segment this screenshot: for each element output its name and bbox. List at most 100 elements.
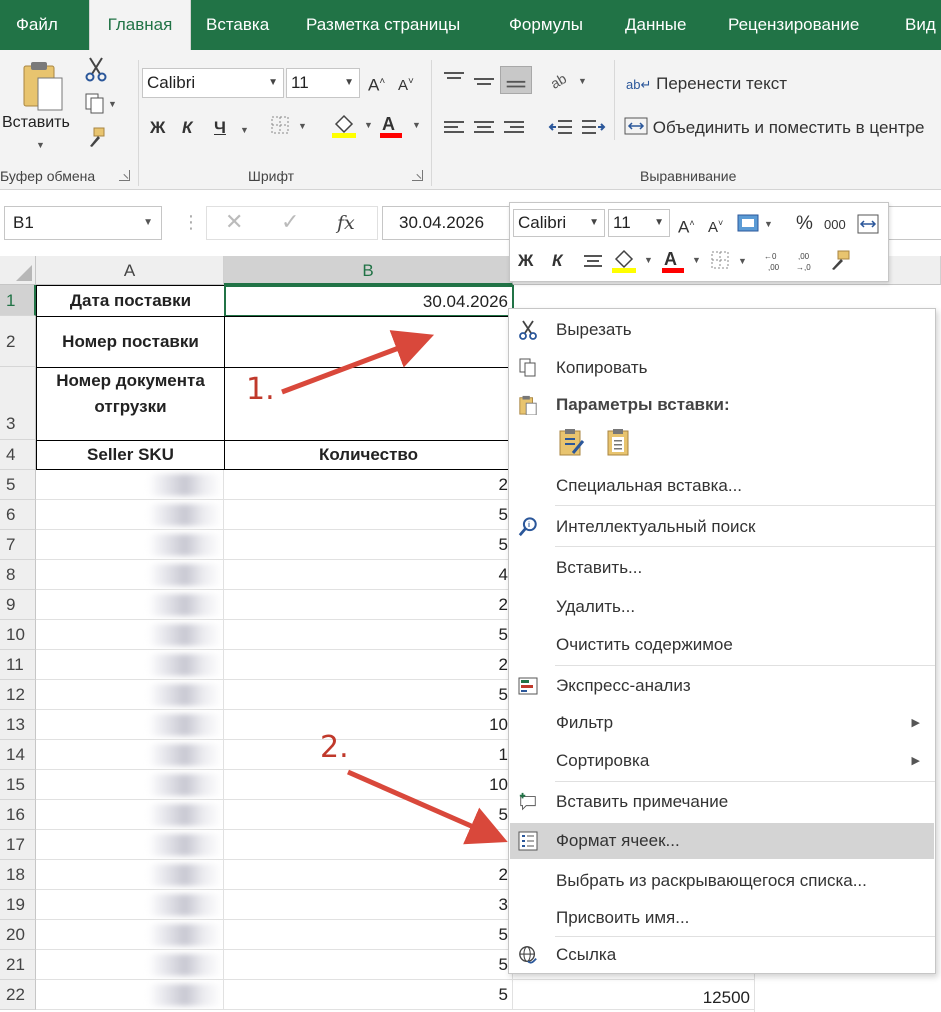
row-header[interactable]: 1: [0, 285, 36, 316]
cell-sku[interactable]: [36, 860, 224, 890]
mini-align-center-icon[interactable]: [582, 251, 604, 271]
mini-font-color-icon[interactable]: A ▼: [660, 247, 706, 273]
cell-sku[interactable]: [36, 500, 224, 530]
menu-item-smart-lookup[interactable]: i Интеллектуальный поиск: [510, 509, 934, 545]
row-header[interactable]: 12: [0, 680, 36, 710]
mini-fill-color-icon[interactable]: ▼: [610, 247, 656, 273]
mini-borders-icon[interactable]: ▼: [710, 249, 750, 271]
wrap-text-button[interactable]: ab↵ Перенести текст: [626, 72, 787, 97]
cancel-icon[interactable]: ✕: [225, 209, 243, 235]
menu-item-clear-contents[interactable]: Очистить содержимое: [510, 627, 934, 663]
menu-item-link[interactable]: Ссылка: [510, 937, 934, 973]
row-header[interactable]: 22: [0, 980, 36, 1010]
cell-b4[interactable]: Количество: [224, 440, 514, 470]
cell-quantity[interactable]: 2: [224, 860, 513, 890]
name-box[interactable]: B1 ▼: [4, 206, 162, 240]
format-painter-button[interactable]: [86, 126, 108, 155]
mini-merge-icon[interactable]: [856, 213, 880, 235]
mini-percent-button[interactable]: %: [796, 212, 813, 236]
mini-format-painter-icon[interactable]: [828, 249, 852, 271]
tab-review[interactable]: Рецензирование: [728, 0, 859, 50]
align-left-icon[interactable]: [442, 116, 466, 138]
tab-home[interactable]: Главная: [89, 0, 191, 50]
font-launcher-icon[interactable]: [412, 170, 423, 181]
cell-sku[interactable]: [36, 950, 224, 980]
decrease-decimal-icon[interactable]: ,00→,0: [794, 249, 820, 273]
cell-sku[interactable]: [36, 710, 224, 740]
cell-quantity[interactable]: 5: [224, 500, 513, 530]
paste-option-values-icon[interactable]: [605, 427, 635, 457]
cell-quantity[interactable]: 5: [224, 950, 513, 980]
cell-quantity[interactable]: 3: [224, 890, 513, 920]
cell-a2[interactable]: Номер поставки: [36, 316, 225, 368]
cell-sku[interactable]: [36, 830, 224, 860]
italic-button[interactable]: К: [182, 116, 192, 140]
cell-quantity[interactable]: 5: [224, 620, 513, 650]
row-header[interactable]: 19: [0, 890, 36, 920]
fill-color-button[interactable]: ▼: [330, 112, 376, 145]
menu-item-quick-analysis[interactable]: Экспресс-анализ: [510, 668, 934, 704]
chevron-down-icon[interactable]: ▼: [240, 118, 249, 142]
cell-quantity[interactable]: 2: [224, 650, 513, 680]
mini-italic-button[interactable]: К: [552, 249, 562, 273]
cell-quantity[interactable]: 5: [224, 920, 513, 950]
row-header[interactable]: 20: [0, 920, 36, 950]
clipboard-launcher-icon[interactable]: [119, 170, 130, 181]
align-middle-icon[interactable]: [472, 70, 496, 92]
menu-item-insert-comment[interactable]: Вставить примечание: [510, 784, 934, 820]
row-header[interactable]: 4: [0, 440, 36, 470]
insert-function-icon[interactable]: fx: [337, 212, 355, 234]
mini-bold-button[interactable]: Ж: [518, 249, 533, 273]
cell-sku[interactable]: [36, 920, 224, 950]
cell-sku[interactable]: [36, 470, 224, 500]
cell-quantity[interactable]: 2: [224, 590, 513, 620]
cell-c[interactable]: [513, 980, 755, 1010]
tab-data[interactable]: Данные: [625, 0, 686, 50]
cell-sku[interactable]: [36, 680, 224, 710]
paste-button[interactable]: Вставить ▼: [2, 58, 80, 158]
font-color-button[interactable]: A ▼: [378, 112, 424, 145]
increase-indent-icon[interactable]: [580, 116, 606, 138]
cell-quantity[interactable]: 1: [224, 740, 513, 770]
borders-button[interactable]: ▼: [270, 114, 310, 143]
align-right-icon[interactable]: [502, 116, 526, 138]
row-header[interactable]: 2: [0, 316, 36, 367]
row-header[interactable]: 17: [0, 830, 36, 860]
select-all-button[interactable]: [0, 256, 36, 285]
menu-item-delete[interactable]: Удалить...: [510, 589, 934, 625]
orientation-icon[interactable]: ab ▼: [548, 68, 588, 92]
tab-formulas[interactable]: Формулы: [509, 0, 583, 50]
cell-quantity[interactable]: 5: [224, 980, 513, 1010]
menu-item-paste-special[interactable]: Специальная вставка...: [510, 468, 934, 504]
row-header[interactable]: 5: [0, 470, 36, 500]
number-format-icon[interactable]: ▼: [736, 213, 776, 235]
row-header[interactable]: 9: [0, 590, 36, 620]
mini-grow-font-button[interactable]: A˄: [678, 211, 695, 240]
cell-sku[interactable]: [36, 530, 224, 560]
row-header[interactable]: 14: [0, 740, 36, 770]
cell-a4[interactable]: Seller SKU: [36, 440, 225, 470]
column-header-a[interactable]: A: [36, 256, 224, 285]
mini-shrink-font-button[interactable]: A˅: [708, 211, 723, 240]
cell-sku[interactable]: [36, 590, 224, 620]
cell-sku[interactable]: [36, 800, 224, 830]
bold-button[interactable]: Ж: [150, 116, 165, 140]
cell-quantity[interactable]: 10: [224, 770, 513, 800]
row-header[interactable]: 16: [0, 800, 36, 830]
menu-item-insert[interactable]: Вставить...: [510, 550, 934, 586]
cell-sku[interactable]: [36, 890, 224, 920]
row-header[interactable]: 10: [0, 620, 36, 650]
menu-item-copy[interactable]: Копировать: [510, 350, 934, 386]
row-header[interactable]: 21: [0, 950, 36, 980]
underline-button[interactable]: Ч: [214, 116, 226, 140]
menu-item-cut[interactable]: Вырезать: [510, 312, 934, 348]
cell-quantity[interactable]: 2: [224, 470, 513, 500]
row-header[interactable]: 11: [0, 650, 36, 680]
menu-item-filter[interactable]: Фильтр ▶: [510, 705, 934, 741]
grow-font-button[interactable]: A˄: [368, 70, 385, 98]
cell-sku[interactable]: [36, 980, 224, 1010]
cell-sku[interactable]: [36, 620, 224, 650]
cell-sku[interactable]: [36, 560, 224, 590]
tab-file[interactable]: Файл: [16, 0, 58, 50]
align-center-icon[interactable]: [472, 116, 496, 138]
